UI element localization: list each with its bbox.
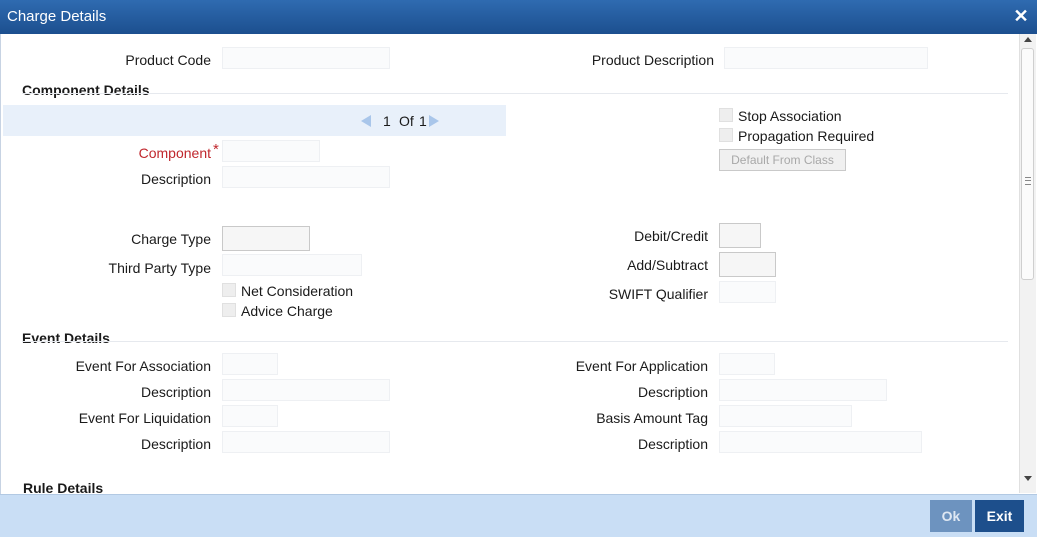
application-description-field[interactable] xyxy=(719,379,887,401)
association-description-field[interactable] xyxy=(222,379,390,401)
advice-charge-label: Advice Charge xyxy=(241,303,333,319)
event-for-association-label: Event For Association xyxy=(75,358,211,374)
add-subtract-field[interactable] xyxy=(719,252,776,277)
ok-button[interactable]: Ok xyxy=(930,500,972,532)
swift-qualifier-label: SWIFT Qualifier xyxy=(608,286,708,302)
component-pager: 1 Of 1 xyxy=(3,105,506,136)
component-description-field[interactable] xyxy=(222,166,390,188)
advice-charge-checkbox[interactable] xyxy=(222,303,236,317)
basis-description-field[interactable] xyxy=(719,431,922,453)
scroll-thumb[interactable] xyxy=(1021,48,1034,280)
basis-description-label: Description xyxy=(637,436,708,452)
product-description-label: Product Description xyxy=(591,52,714,68)
liquidation-description-label: Description xyxy=(140,436,211,452)
application-description-label: Description xyxy=(637,384,708,400)
pager-of-label: Of xyxy=(399,113,414,129)
grip-icon xyxy=(1025,177,1031,185)
dialog-content: Product Code Product Description Compone… xyxy=(1,34,1019,494)
liquidation-description-field[interactable] xyxy=(222,431,390,453)
net-consideration-label: Net Consideration xyxy=(241,283,354,299)
charge-type-label: Charge Type xyxy=(131,231,211,247)
debit-credit-label: Debit/Credit xyxy=(634,228,708,244)
pager-total: 1 xyxy=(419,113,427,129)
next-record-icon[interactable] xyxy=(429,115,439,127)
section-divider xyxy=(22,93,1008,94)
dialog-footer: Ok Exit xyxy=(0,494,1037,537)
product-code-field[interactable] xyxy=(222,47,390,69)
component-description-label: Description xyxy=(140,171,211,187)
vertical-scrollbar[interactable] xyxy=(1019,34,1036,493)
exit-button[interactable]: Exit xyxy=(975,500,1024,532)
product-code-label: Product Code xyxy=(125,52,211,68)
required-marker: * xyxy=(213,141,219,158)
default-from-class-button[interactable]: Default From Class xyxy=(719,149,846,171)
component-field[interactable] xyxy=(222,140,320,162)
stop-association-checkbox[interactable] xyxy=(719,108,733,122)
component-label: Component xyxy=(138,145,211,161)
net-consideration-checkbox[interactable] xyxy=(222,283,236,297)
event-for-liquidation-label: Event For Liquidation xyxy=(78,410,211,426)
title-bar: Charge Details ✕ xyxy=(0,0,1037,34)
charge-type-field[interactable] xyxy=(222,226,310,251)
propagation-required-checkbox[interactable] xyxy=(719,128,733,142)
event-for-liquidation-field[interactable] xyxy=(222,405,278,427)
basis-amount-tag-field[interactable] xyxy=(719,405,852,427)
swift-qualifier-field[interactable] xyxy=(719,281,776,303)
event-for-association-field[interactable] xyxy=(222,353,278,375)
rule-details-heading: Rule Details xyxy=(23,480,104,494)
event-for-application-label: Event For Application xyxy=(575,358,708,374)
component-details-heading: Component Details xyxy=(22,82,150,98)
previous-record-icon[interactable] xyxy=(361,115,371,127)
event-for-application-field[interactable] xyxy=(719,353,775,375)
close-icon[interactable]: ✕ xyxy=(1013,6,1029,26)
debit-credit-field[interactable] xyxy=(719,223,761,248)
add-subtract-label: Add/Subtract xyxy=(627,257,708,273)
event-details-heading: Event Details xyxy=(22,330,110,346)
scroll-down-icon[interactable] xyxy=(1024,476,1032,481)
window-title: Charge Details xyxy=(7,8,107,25)
product-description-field[interactable] xyxy=(724,47,928,69)
propagation-required-label: Propagation Required xyxy=(738,128,875,144)
basis-amount-tag-label: Basis Amount Tag xyxy=(596,410,708,426)
stop-association-label: Stop Association xyxy=(738,108,842,124)
association-description-label: Description xyxy=(140,384,211,400)
third-party-type-label: Third Party Type xyxy=(108,260,211,276)
third-party-type-field[interactable] xyxy=(222,254,362,276)
pager-current: 1 xyxy=(383,113,391,129)
section-divider xyxy=(22,341,1008,342)
scroll-up-icon[interactable] xyxy=(1024,37,1032,42)
